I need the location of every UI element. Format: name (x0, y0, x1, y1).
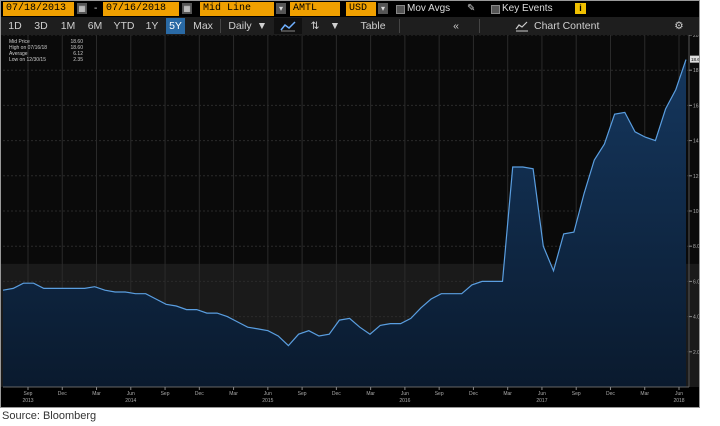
y-tick-label: 8.00 (693, 244, 699, 250)
x-tick-label: Sep (435, 391, 444, 397)
calendar-icon[interactable]: ▦ (182, 3, 192, 14)
x-tick-label: Mar (229, 391, 238, 397)
x-tick-label: Dec (469, 391, 478, 397)
chart-content-button[interactable]: Chart Content (534, 18, 609, 34)
legend-row: Low on 12/30/15 2.35 (9, 57, 83, 63)
x-year-label: 2016 (399, 398, 410, 404)
period-max[interactable]: Max (190, 18, 216, 34)
toolbar-row-primary: 07/18/2013 ▦ - 07/16/2018 ▦ Mid Line ▾ A… (1, 1, 699, 17)
x-tick-label: Dec (58, 391, 67, 397)
collapse-button[interactable]: « (446, 18, 466, 34)
x-tick-label: Mar (503, 391, 512, 397)
x-tick-label: Dec (195, 391, 204, 397)
period-3d[interactable]: 3D (31, 18, 51, 34)
y-tick-label: 6.00 (693, 279, 699, 285)
calendar-icon[interactable]: ▦ (77, 3, 87, 14)
pencil-icon[interactable]: ✎ (467, 2, 475, 16)
key-events-label[interactable]: Key Events (502, 2, 553, 16)
toolbar-row-secondary: 1D 3D 1M 6M YTD 1Y 5Y Max Daily ▼ ⇅ ▼ Ta… (1, 17, 699, 36)
x-tick-label: Mar (92, 391, 101, 397)
mov-avgs-label[interactable]: Mov Avgs (407, 2, 450, 16)
end-date-field[interactable]: 07/16/2018 (103, 2, 179, 16)
table-button[interactable]: Table (355, 18, 391, 34)
x-year-label: 2014 (125, 398, 136, 404)
x-year-label: 2015 (262, 398, 273, 404)
period-5y[interactable]: 5Y (166, 18, 185, 34)
key-events-checkbox[interactable] (491, 5, 500, 14)
x-tick-label: Sep (572, 391, 581, 397)
y-tick-label: 14.00 (693, 139, 699, 145)
legend-label: Low on 12/30/15 (9, 57, 46, 63)
bloomberg-chart-window: 07/18/2013 ▦ - 07/16/2018 ▦ Mid Line ▾ A… (0, 0, 700, 408)
start-date-field[interactable]: 07/18/2013 (3, 2, 74, 16)
period-1d[interactable]: 1D (5, 18, 25, 34)
y-tick-label: 16.00 (693, 103, 699, 109)
mov-avgs-checkbox[interactable] (396, 5, 405, 14)
chart-content-icon[interactable] (513, 18, 531, 34)
x-tick-label: Dec (606, 391, 615, 397)
x-year-label: 2013 (22, 398, 33, 404)
x-tick-label: Jun (401, 391, 409, 397)
chevron-down-icon[interactable]: ▼ (256, 18, 268, 34)
price-chart: 2.00 4.00 6.00 8.00 10.00 12.00 14.00 16.00 18.0… (1, 35, 699, 407)
chevron-down-icon[interactable]: ▾ (276, 3, 286, 14)
legend-value: 2.35 (73, 57, 83, 63)
y-tick-label: 10.00 (693, 209, 699, 215)
chevron-down-icon[interactable]: ▾ (378, 3, 388, 14)
y-tick-label: 20.00 (693, 35, 699, 39)
x-tick-label: Sep (24, 391, 33, 397)
ticker-field[interactable]: AMTL (290, 2, 340, 16)
date-range-dash: - (94, 3, 98, 14)
x-year-label: 2017 (536, 398, 547, 404)
currency-field[interactable]: USD (346, 2, 376, 16)
source-caption: Source: Bloomberg (2, 410, 97, 422)
sort-arrows-icon[interactable]: ⇅ (307, 18, 323, 34)
y-tick-label: 12.00 (693, 174, 699, 180)
info-icon[interactable]: i (575, 3, 586, 14)
y-tick-label: 2.00 (693, 350, 699, 356)
chevron-down-icon[interactable]: ▼ (329, 18, 341, 34)
x-tick-label: Jun (264, 391, 272, 397)
x-tick-label: Dec (332, 391, 341, 397)
line-chart-icon[interactable] (274, 18, 302, 34)
x-axis-band (1, 387, 699, 407)
period-ytd[interactable]: YTD (111, 18, 137, 34)
x-year-label: 2018 (673, 398, 684, 404)
y-tick-label: 18.00 (693, 68, 699, 74)
x-tick-label: Jun (675, 391, 683, 397)
gear-icon[interactable]: ⚙ (671, 18, 687, 34)
x-tick-label: Mar (640, 391, 649, 397)
divider (220, 19, 221, 33)
divider (399, 19, 400, 33)
x-tick-label: Jun (538, 391, 546, 397)
x-tick-label: Sep (298, 391, 307, 397)
x-tick-label: Jun (127, 391, 135, 397)
frequency-select[interactable]: Daily (224, 18, 256, 34)
y-tick-label: 4.00 (693, 315, 699, 321)
x-tick-label: Sep (161, 391, 170, 397)
x-tick-label: Mar (366, 391, 375, 397)
chart-legend: Mid Price 18.60 High on 07/16/18 18.60 Ave… (9, 39, 83, 63)
last-value-label: 18.60 (691, 57, 699, 62)
period-1y[interactable]: 1Y (142, 18, 162, 34)
period-6m[interactable]: 6M (84, 18, 106, 34)
line-type-select[interactable]: Mid Line (200, 2, 274, 16)
divider (479, 19, 480, 33)
period-1m[interactable]: 1M (57, 18, 79, 34)
